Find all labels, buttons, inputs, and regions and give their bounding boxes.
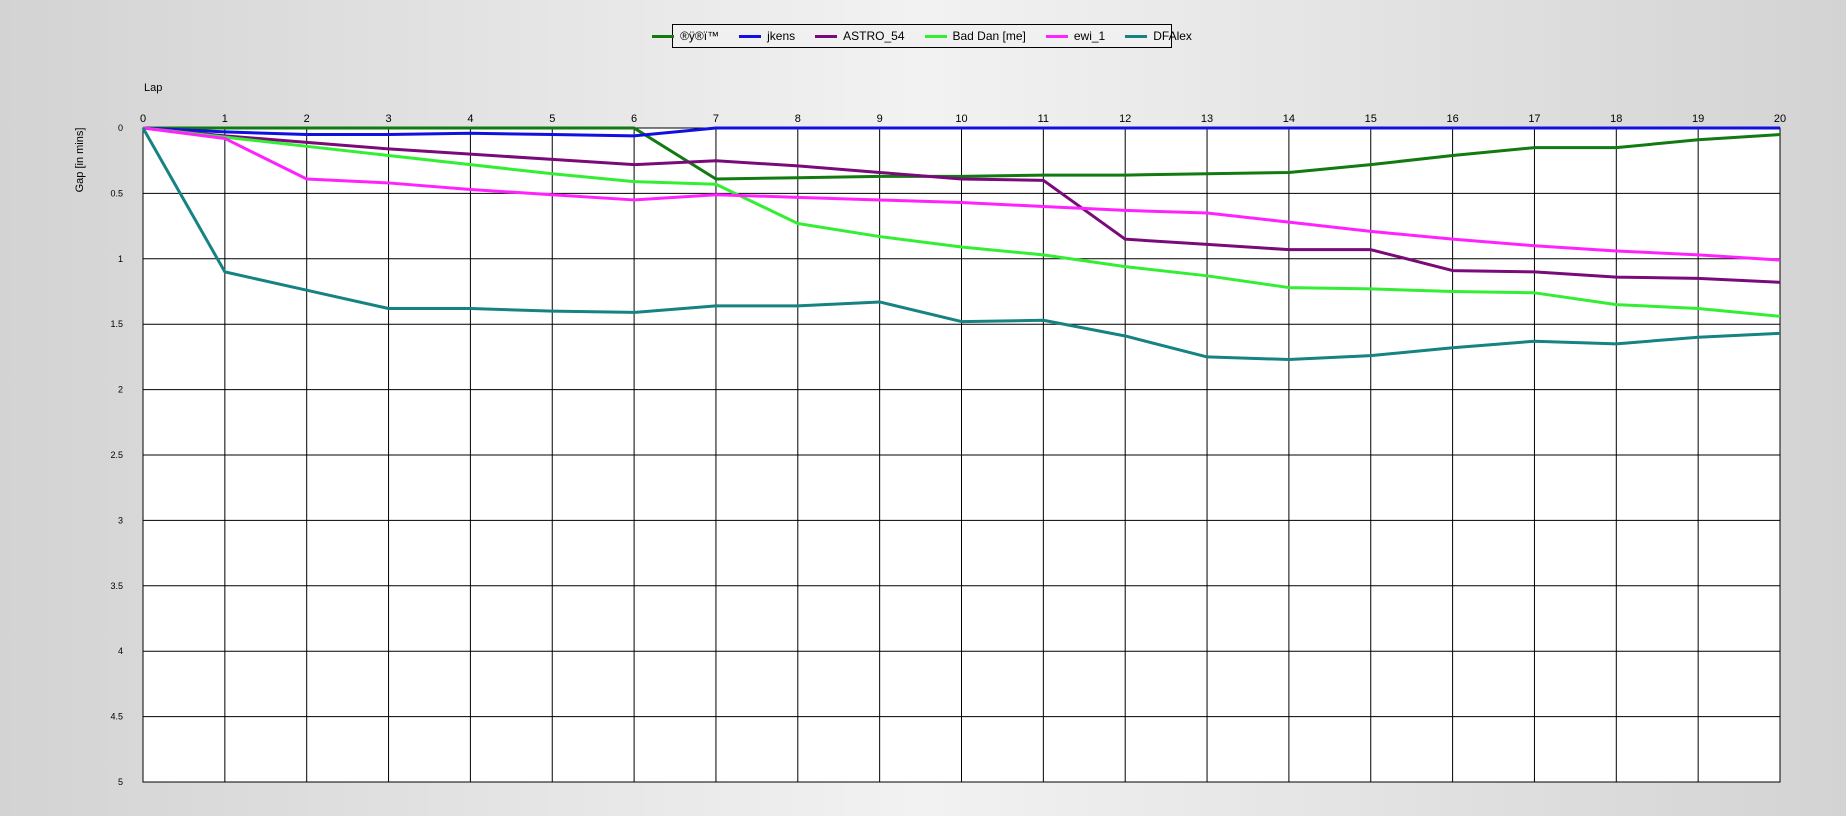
grid-lines (142, 127, 1781, 783)
legend-label: ASTRO_54 (843, 29, 905, 43)
y-tick-label: 2.5 (110, 450, 123, 460)
x-tick-label: 7 (713, 113, 719, 125)
legend-item-4: ewi_1 (1045, 29, 1106, 43)
x-tick-label: 16 (1446, 113, 1458, 125)
x-tick-label: 14 (1283, 113, 1295, 125)
x-tick-label: 3 (385, 113, 391, 125)
y-tick-label: 2 (118, 385, 123, 395)
legend-swatch (1125, 34, 1148, 38)
legend-item-0: ®ÿ®ï™ (652, 29, 719, 43)
x-tick-label: 6 (631, 113, 637, 125)
x-tick-label: 4 (467, 113, 473, 125)
y-tick-label: 3.5 (110, 581, 123, 591)
legend-swatch (652, 34, 675, 38)
y-tick-label: 5 (118, 777, 123, 787)
x-tick-label: 15 (1365, 113, 1377, 125)
y-tick-label: 1.5 (110, 319, 123, 329)
legend-label: ewi_1 (1073, 29, 1106, 43)
x-tick-label: 12 (1119, 113, 1131, 125)
y-tick-label: 3 (118, 515, 123, 525)
y-tick-label: 1 (118, 254, 123, 264)
x-tick-label: 1 (222, 113, 228, 125)
legend-item-5: DFAlex (1125, 29, 1192, 43)
legend: ®ÿ®ï™ jkens ASTRO_54 Bad Dan [me] ewi_1 DFAle… (652, 24, 1192, 48)
legend-item-3: Bad Dan [me] (924, 29, 1026, 43)
y-tick-label: 0 (118, 123, 123, 133)
y-tick-label: 4 (118, 646, 123, 656)
x-tick-label: 10 (955, 113, 967, 125)
legend-label: ®ÿ®ï™ (680, 29, 720, 43)
x-tick-label: 8 (795, 113, 801, 125)
x-tick-label: 13 (1201, 113, 1213, 125)
legend-swatch (924, 34, 947, 38)
x-tick-label: 18 (1610, 113, 1622, 125)
x-tick-label: 0 (140, 113, 146, 125)
legend-label: DFAlex (1153, 29, 1192, 43)
legend-swatch (815, 34, 838, 38)
x-tick-label: 11 (1038, 113, 1049, 125)
legend-label: jkens (767, 29, 796, 43)
line-chart: 0 1 2 3 4 5 6 7 8 9 10 11 12 13 14 15 16 17 18 19 2000.511.5… (110, 113, 1786, 787)
legend-item-2: ASTRO_54 (815, 29, 905, 43)
y-tick-label: 4.5 (110, 712, 123, 722)
x-tick-label: 20 (1774, 113, 1786, 125)
y-axis-title: Gap [in mins] (74, 127, 86, 193)
x-tick-label: 9 (877, 113, 883, 125)
x-tick-label: 5 (549, 113, 555, 125)
legend-swatch (739, 34, 762, 38)
y-tick-label: 0.5 (110, 188, 123, 198)
x-tick-label: 2 (304, 113, 310, 125)
x-tick-label: 17 (1528, 113, 1540, 125)
legend-item-1: jkens (739, 29, 795, 43)
x-tick-label: 19 (1692, 113, 1704, 125)
legend-label: Bad Dan [me] (952, 29, 1026, 43)
x-axis-title: Lap (144, 82, 163, 94)
legend-swatch (1045, 34, 1068, 38)
